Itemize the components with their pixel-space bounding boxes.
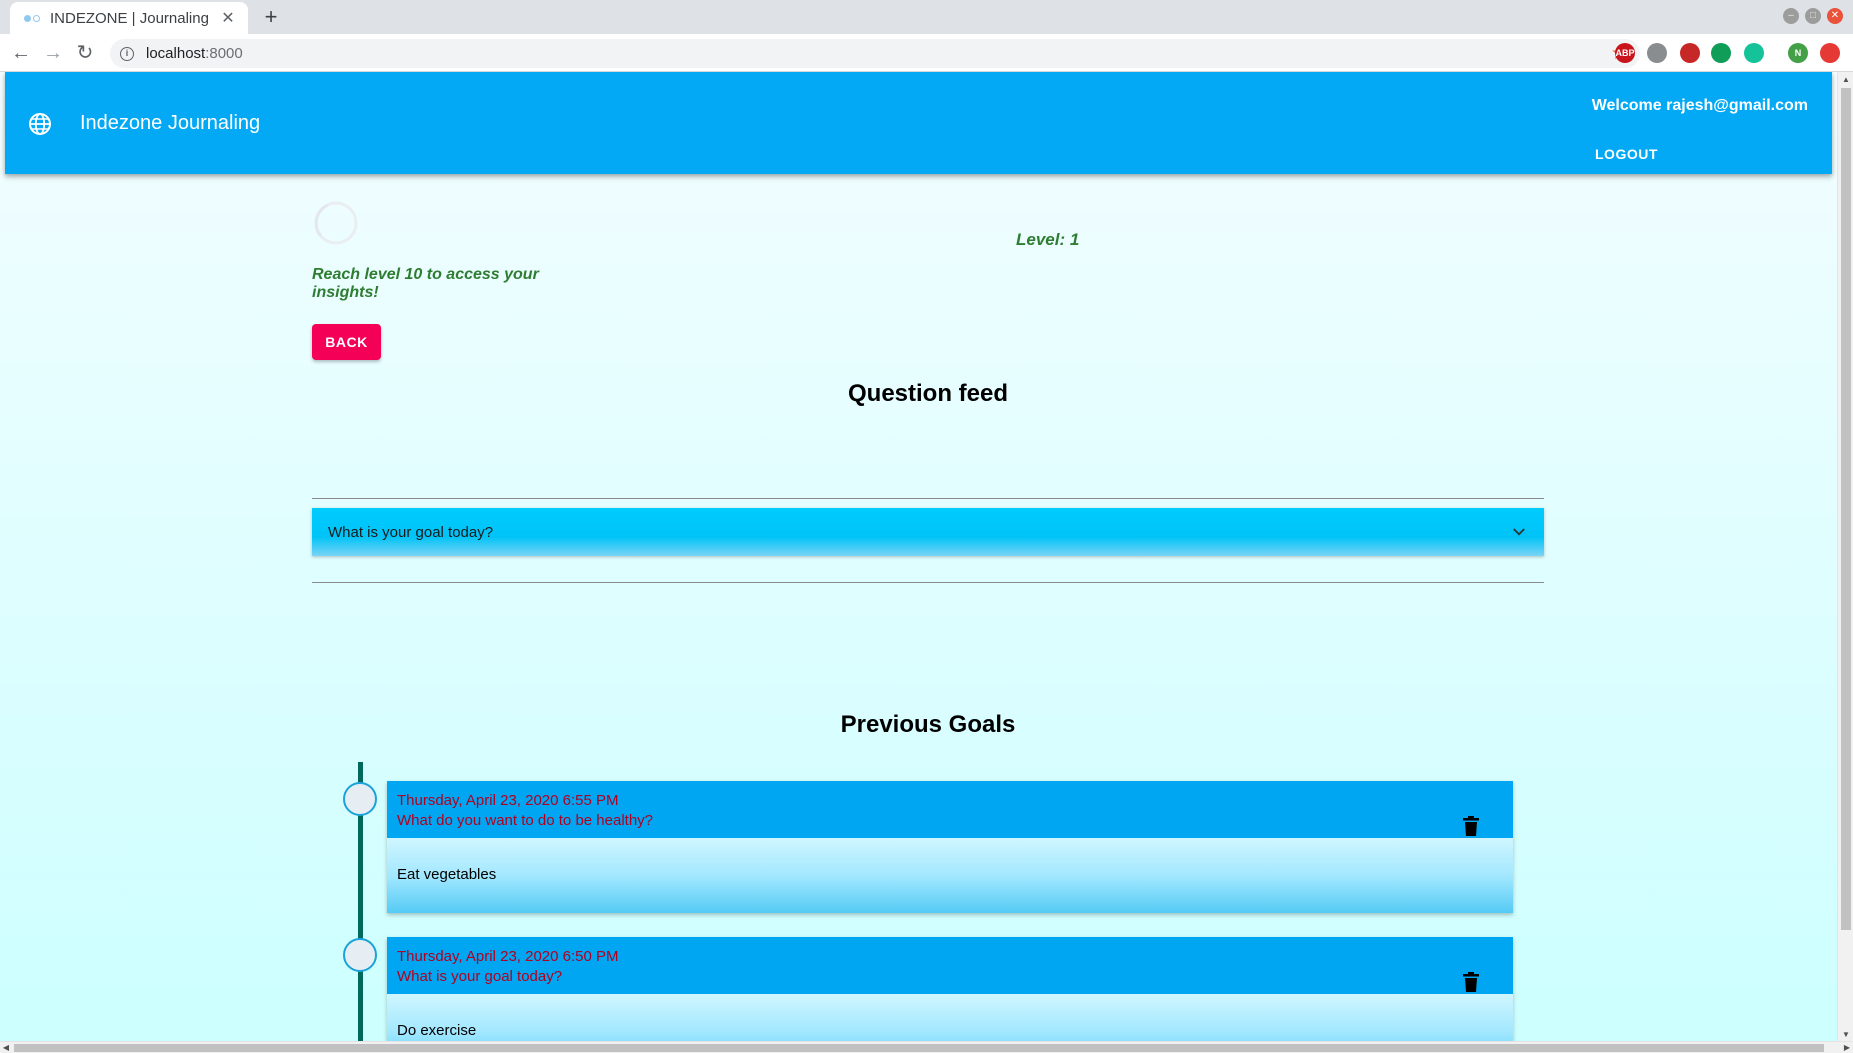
goal-card-header: Thursday, April 23, 2020 6:55 PM What do… <box>387 781 1513 838</box>
scroll-left-icon[interactable]: ◀ <box>0 1042 12 1053</box>
reload-icon[interactable]: ↻ <box>72 40 98 66</box>
goal-question: What is your goal today? <box>397 968 563 985</box>
forward-arrow-icon[interactable]: → <box>40 40 66 66</box>
question-feed-top-divider <box>312 498 1544 499</box>
question-feed-title: Question feed <box>847 380 1009 407</box>
screenshot-extension-icon[interactable] <box>1680 43 1700 63</box>
goal-date: Thursday, April 23, 2020 6:55 PM <box>397 792 619 809</box>
download-extension-icon[interactable] <box>1647 43 1667 63</box>
goal-question: What do you want to do to be healthy? <box>397 812 654 829</box>
minimize-window-icon[interactable]: – <box>1783 8 1799 24</box>
goal-card-header: Thursday, April 23, 2020 6:50 PM What is… <box>387 937 1513 994</box>
tab-title: INDEZONE | Journaling <box>50 9 209 27</box>
browser-toolbar: ← → ↻ i localhost:8000 ★ ABP N <box>0 34 1853 72</box>
page-viewport: Indezone Journaling Welcome rajesh@gmail… <box>0 72 1853 1053</box>
url-port: :8000 <box>205 45 243 62</box>
new-tab-button[interactable]: + <box>258 4 284 30</box>
app-title: Indezone Journaling <box>80 112 261 134</box>
timeline-dot <box>343 782 377 816</box>
site-favicon-icon <box>24 13 40 23</box>
scroll-right-icon[interactable]: ▶ <box>1841 1042 1853 1053</box>
chat-extension-icon[interactable] <box>1711 43 1731 63</box>
browser-titlebar: INDEZONE | Journaling ✕ + – □ ✕ <box>0 0 1853 34</box>
close-window-icon[interactable]: ✕ <box>1827 8 1843 24</box>
vertical-scrollbar[interactable]: ▲ ▼ <box>1837 72 1853 1043</box>
close-tab-icon[interactable]: ✕ <box>220 8 236 28</box>
logout-button[interactable]: LOGOUT <box>1595 146 1658 162</box>
maximize-window-icon[interactable]: □ <box>1805 8 1821 24</box>
goal-answer: Eat vegetables <box>387 838 1513 913</box>
app-bar: Indezone Journaling Welcome rajesh@gmail… <box>5 72 1832 174</box>
question-text: What is your goal today? <box>328 523 494 541</box>
back-arrow-icon[interactable]: ← <box>8 40 34 66</box>
delete-trash-icon[interactable] <box>1463 972 1479 992</box>
adblock-icon[interactable]: ABP <box>1615 43 1635 63</box>
level-requirement-message: Reach level 10 to access your insights! <box>312 266 539 301</box>
question-accordion[interactable]: What is your goal today? <box>312 508 1544 556</box>
welcome-message: Welcome rajesh@gmail.com <box>1591 97 1808 114</box>
level-indicator: Level: 1 <box>1016 230 1080 249</box>
window-controls: – □ ✕ <box>1783 8 1843 24</box>
loading-spinner <box>314 201 358 245</box>
globe-icon[interactable] <box>28 112 52 136</box>
address-bar[interactable]: i localhost:8000 ★ <box>110 39 1640 68</box>
question-feed-bottom-divider <box>312 582 1544 583</box>
timeline-dot <box>343 938 377 972</box>
delete-trash-icon[interactable] <box>1463 816 1479 836</box>
browser-tab[interactable]: INDEZONE | Journaling ✕ <box>10 2 248 34</box>
url-host: localhost <box>146 45 206 62</box>
horizontal-scrollbar[interactable]: ◀ ▶ <box>0 1041 1853 1053</box>
profile-avatar-icon[interactable]: N <box>1788 43 1808 63</box>
goal-card: Thursday, April 23, 2020 6:50 PM What is… <box>387 937 1513 1053</box>
back-button[interactable]: BACK <box>312 324 381 360</box>
chevron-down-icon[interactable] <box>1510 523 1528 541</box>
previous-goals-title: Previous Goals <box>840 711 1016 738</box>
goal-card: Thursday, April 23, 2020 6:55 PM What do… <box>387 781 1513 913</box>
site-info-icon[interactable]: i <box>120 46 134 61</box>
grammarly-icon[interactable] <box>1744 43 1764 63</box>
power-extension-icon[interactable] <box>1820 43 1840 63</box>
vertical-scroll-thumb[interactable] <box>1841 88 1851 930</box>
scroll-up-icon[interactable]: ▲ <box>1838 72 1853 88</box>
horizontal-scroll-thumb[interactable] <box>14 1044 1824 1052</box>
address-url: localhost:8000 <box>146 45 243 62</box>
goal-date: Thursday, April 23, 2020 6:50 PM <box>397 948 619 965</box>
